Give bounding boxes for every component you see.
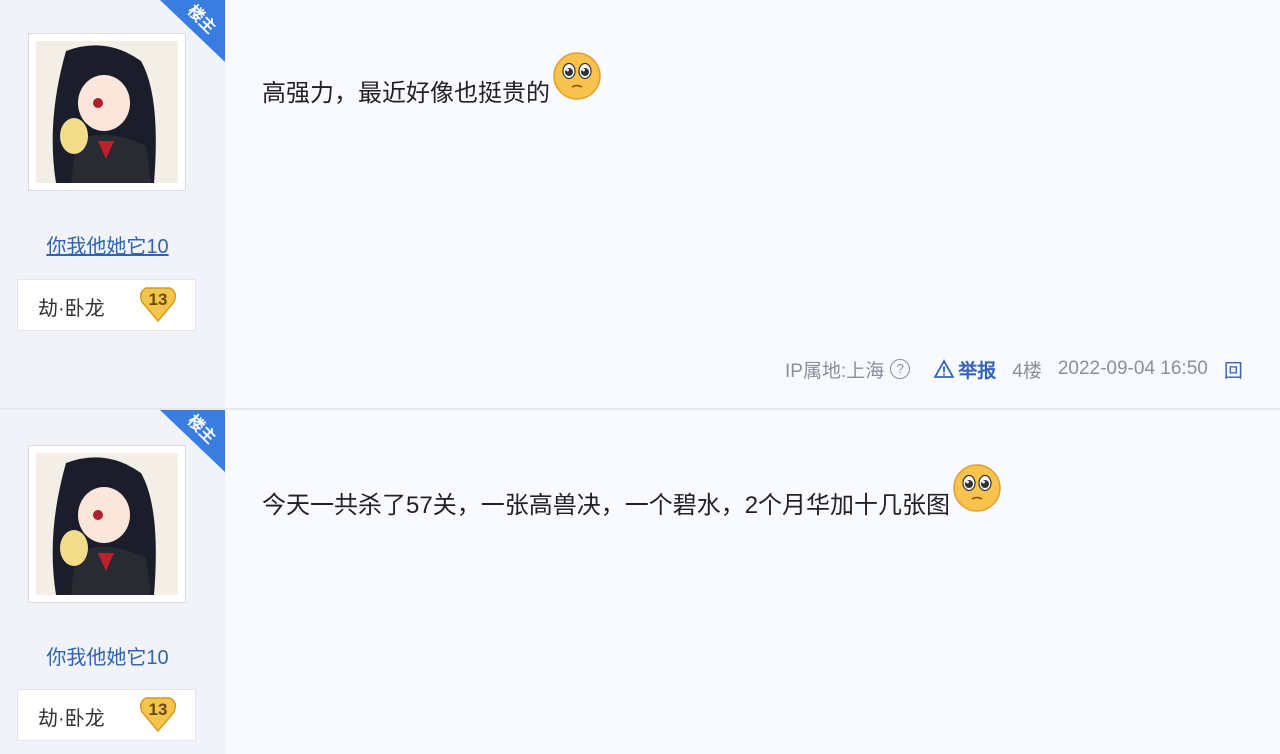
floor-number: 4楼 [1012,360,1042,382]
level-title: 劫·卧龙 [38,298,105,320]
avatar[interactable] [28,33,186,191]
post-content: 今天一共杀了57关，一张高兽决，一个碧水，2个月华加十几张图 [262,464,1002,527]
level-number: 13 [148,700,168,719]
post-text: 高强力，最近好像也挺贵的 [262,79,550,107]
post-text: 今天一共杀了57关，一张高兽决，一个碧水，2个月华加十几张图 [262,491,951,519]
level-box: 劫·卧龙 13 [17,689,196,741]
reply-link[interactable]: 回 [1224,356,1243,383]
author-name[interactable]: 你我他她它10 [0,641,215,670]
level-number: 13 [148,290,168,309]
report-label: 举报 [958,360,997,382]
pleading-face-icon [552,51,602,101]
heart-badge-icon: 13 [138,694,178,734]
post-floor-4: 楼主 你我他她它10 劫·卧龙 13 高强力，最近好像也挺贵的 IP属地:上海 … [0,0,1280,408]
author-sidebar: 楼主 你我他她它10 劫·卧龙 13 [0,0,225,408]
heart-badge-icon: 13 [138,284,178,324]
avatar[interactable] [28,445,186,603]
pleading-face-icon [952,463,1002,513]
post-time: 2022-09-04 16:50 [1057,358,1208,379]
post-content: 高强力，最近好像也挺贵的 [262,52,602,115]
post-floor-5: 楼主 你我他她它10 劫·卧龙 13 今天一共杀了57关，一张高兽决，一个碧水，… [0,410,1280,754]
author-sidebar: 楼主 你我他她它10 劫·卧龙 13 [0,410,225,754]
author-name[interactable]: 你我他她它10 [0,230,215,259]
warning-icon [934,359,955,378]
ip-location: IP属地:上海 [785,360,885,382]
post-meta: IP属地:上海 ? 举报 4楼 2022-09-04 16:50 回 [785,355,1243,383]
level-title: 劫·卧龙 [38,708,105,730]
level-box: 劫·卧龙 13 [17,279,196,331]
help-icon[interactable]: ? [890,359,911,379]
report-link[interactable]: 举报 [934,356,996,383]
